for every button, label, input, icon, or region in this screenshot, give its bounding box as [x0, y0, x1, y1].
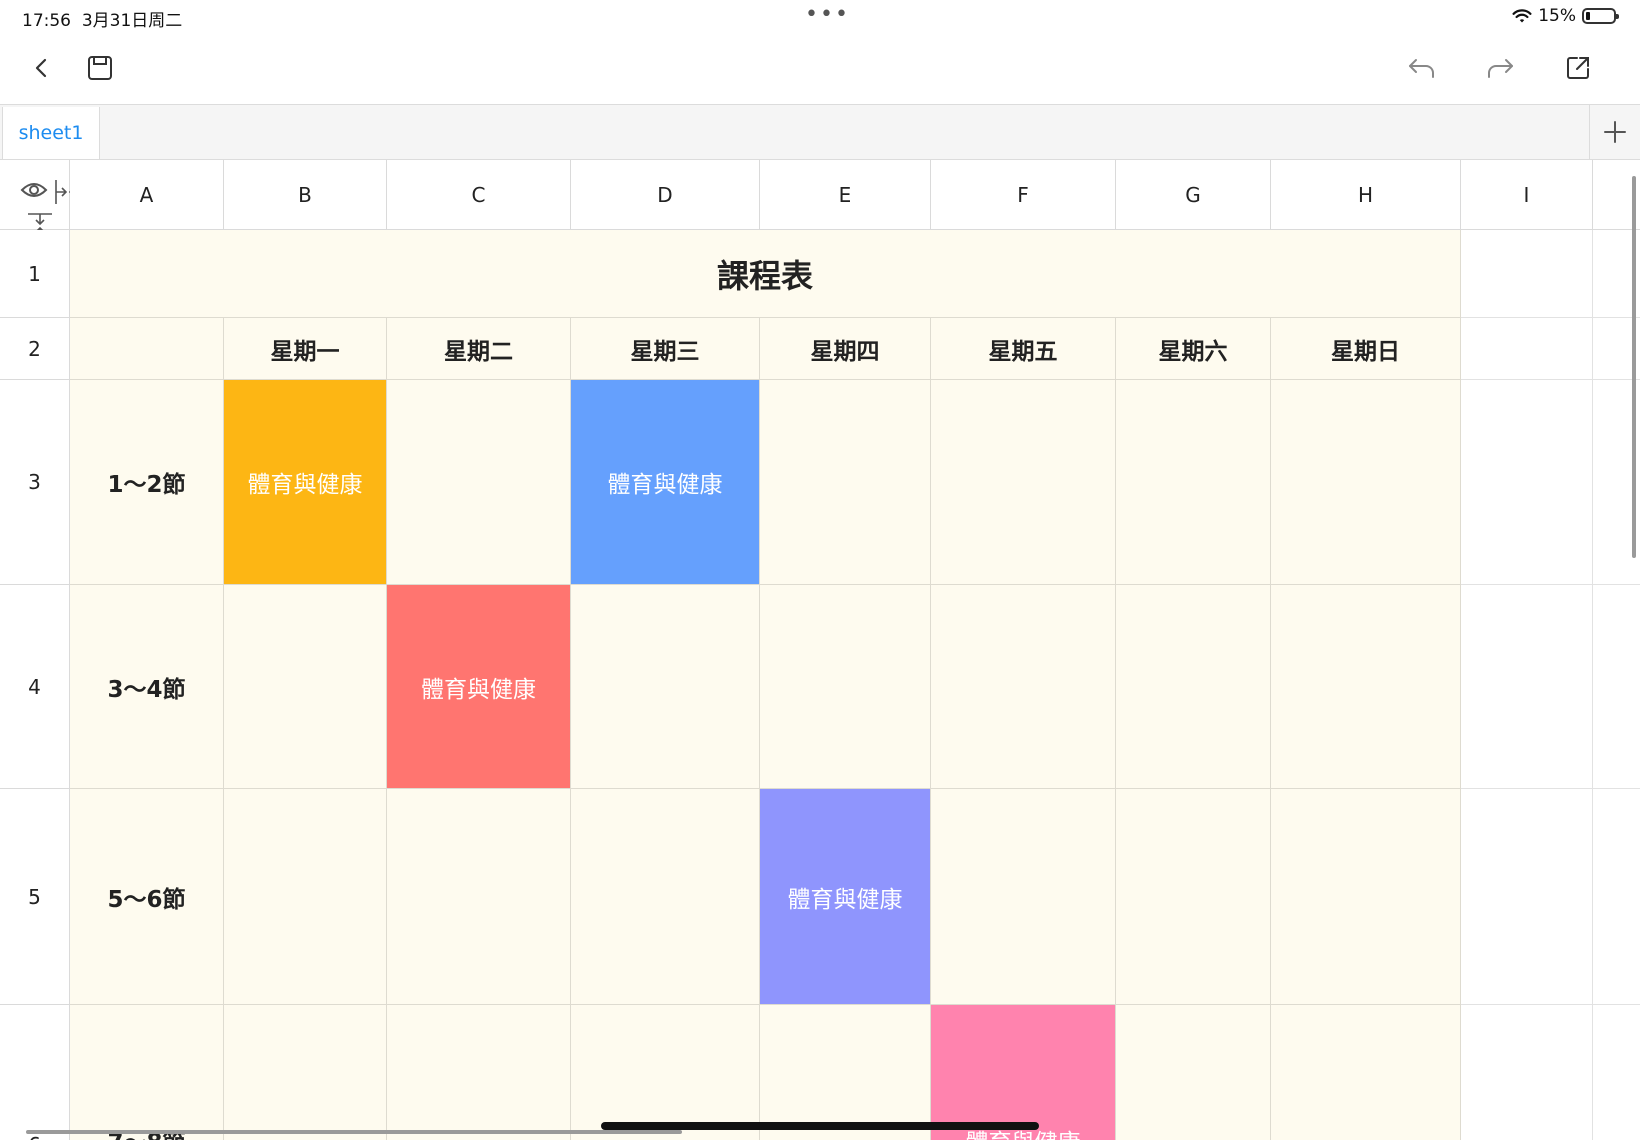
save-icon: [88, 56, 112, 80]
share-button[interactable]: [1558, 48, 1598, 88]
cell[interactable]: [931, 585, 1116, 789]
toolbar: [0, 34, 1640, 104]
vertical-scrollbar[interactable]: [1632, 176, 1636, 558]
row-header-2[interactable]: 2: [0, 318, 70, 380]
weekday-header[interactable]: 星期一: [224, 318, 387, 380]
weekday-header[interactable]: 星期三: [571, 318, 760, 380]
status-bar: 17:56 3月31日周二 ••• 15%: [0, 0, 1640, 34]
cell[interactable]: [760, 380, 931, 585]
cell[interactable]: [1116, 789, 1271, 1005]
cell[interactable]: [931, 789, 1116, 1005]
row-header-4[interactable]: 4: [0, 585, 70, 789]
cell[interactable]: [1271, 380, 1461, 585]
battery-percent: 15%: [1538, 6, 1576, 26]
course-cell[interactable]: 體育與健康: [387, 585, 571, 789]
redo-icon: [1488, 59, 1513, 78]
cell[interactable]: [387, 380, 571, 585]
back-button[interactable]: [22, 48, 62, 88]
schedule-title[interactable]: 課程表: [70, 230, 1461, 318]
cell[interactable]: [760, 1005, 931, 1140]
course-cell[interactable]: 體育與健康: [760, 789, 931, 1005]
redo-button[interactable]: [1480, 48, 1520, 88]
column-header-f[interactable]: F: [931, 160, 1116, 230]
course-cell[interactable]: 體育與健康: [571, 380, 760, 585]
eye-icon[interactable]: [20, 180, 48, 200]
cell[interactable]: [1461, 1005, 1593, 1140]
column-header-d[interactable]: D: [571, 160, 760, 230]
save-button[interactable]: [80, 48, 120, 88]
row-header-6[interactable]: 6: [0, 1005, 70, 1140]
period-label[interactable]: 7～8節: [70, 1005, 224, 1140]
cell[interactable]: [571, 1005, 760, 1140]
column-header-a[interactable]: A: [70, 160, 224, 230]
cell[interactable]: [1593, 585, 1640, 789]
sheet-tab-bar: sheet1: [0, 104, 1640, 160]
column-header-e[interactable]: E: [760, 160, 931, 230]
period-label[interactable]: 1～2節: [70, 380, 224, 585]
cell[interactable]: [1271, 789, 1461, 1005]
multitask-dots[interactable]: •••: [805, 2, 850, 27]
column-header-c[interactable]: C: [387, 160, 571, 230]
cell[interactable]: [70, 318, 224, 380]
battery-icon: [1582, 8, 1619, 24]
cell[interactable]: [1461, 318, 1593, 380]
column-header-h[interactable]: H: [1271, 160, 1461, 230]
add-sheet-button[interactable]: [1589, 105, 1640, 159]
row-header-5[interactable]: 5: [0, 789, 70, 1005]
cell[interactable]: [387, 789, 571, 1005]
cell[interactable]: [1593, 1005, 1640, 1140]
cell[interactable]: [224, 789, 387, 1005]
weekday-header[interactable]: 星期四: [760, 318, 931, 380]
wifi-icon: [1512, 9, 1532, 23]
spreadsheet-grid[interactable]: ABCDEFGHI 123456 課程表星期一星期二星期三星期四星期五星期六星期日 1…: [0, 160, 1640, 1140]
cell[interactable]: [1461, 585, 1593, 789]
cell[interactable]: [1461, 380, 1593, 585]
weekday-header[interactable]: 星期二: [387, 318, 571, 380]
status-time: 17:56 3月31日周二: [22, 11, 183, 31]
column-header-b[interactable]: B: [224, 160, 387, 230]
course-cell[interactable]: 體育與健康: [224, 380, 387, 585]
period-label[interactable]: 3～4節: [70, 585, 224, 789]
share-icon: [1567, 57, 1589, 79]
plus-icon: [1604, 121, 1626, 143]
cell[interactable]: [1116, 585, 1271, 789]
weekday-header[interactable]: 星期五: [931, 318, 1116, 380]
row-header-3[interactable]: 3: [0, 380, 70, 585]
cell[interactable]: [1593, 789, 1640, 1005]
weekday-header[interactable]: 星期六: [1116, 318, 1271, 380]
cell[interactable]: [571, 789, 760, 1005]
period-label[interactable]: 5～6節: [70, 789, 224, 1005]
cell[interactable]: [931, 380, 1116, 585]
course-cell[interactable]: 體育與健康: [931, 1005, 1116, 1140]
cell[interactable]: [760, 585, 931, 789]
status-right: 15%: [1512, 6, 1619, 26]
cell[interactable]: [387, 1005, 571, 1140]
column-header-i[interactable]: I: [1461, 160, 1593, 230]
cell[interactable]: [1116, 380, 1271, 585]
back-icon: [35, 58, 47, 78]
cell[interactable]: [1271, 1005, 1461, 1140]
undo-button[interactable]: [1402, 48, 1442, 88]
cell[interactable]: [571, 585, 760, 789]
cell[interactable]: [1271, 585, 1461, 789]
tab-sheet1[interactable]: sheet1: [2, 107, 100, 159]
column-header-g[interactable]: G: [1116, 160, 1271, 230]
grid-corner: [0, 160, 81, 239]
cell[interactable]: [1116, 1005, 1271, 1140]
row-header-1[interactable]: 1: [0, 230, 70, 318]
cell[interactable]: [1461, 230, 1593, 318]
cell[interactable]: [224, 585, 387, 789]
cell[interactable]: [1461, 789, 1593, 1005]
home-indicator[interactable]: [601, 1122, 1039, 1130]
weekday-header[interactable]: 星期日: [1271, 318, 1461, 380]
horizontal-scrollbar[interactable]: [26, 1130, 682, 1134]
cell[interactable]: [224, 1005, 387, 1140]
undo-icon: [1409, 59, 1434, 78]
